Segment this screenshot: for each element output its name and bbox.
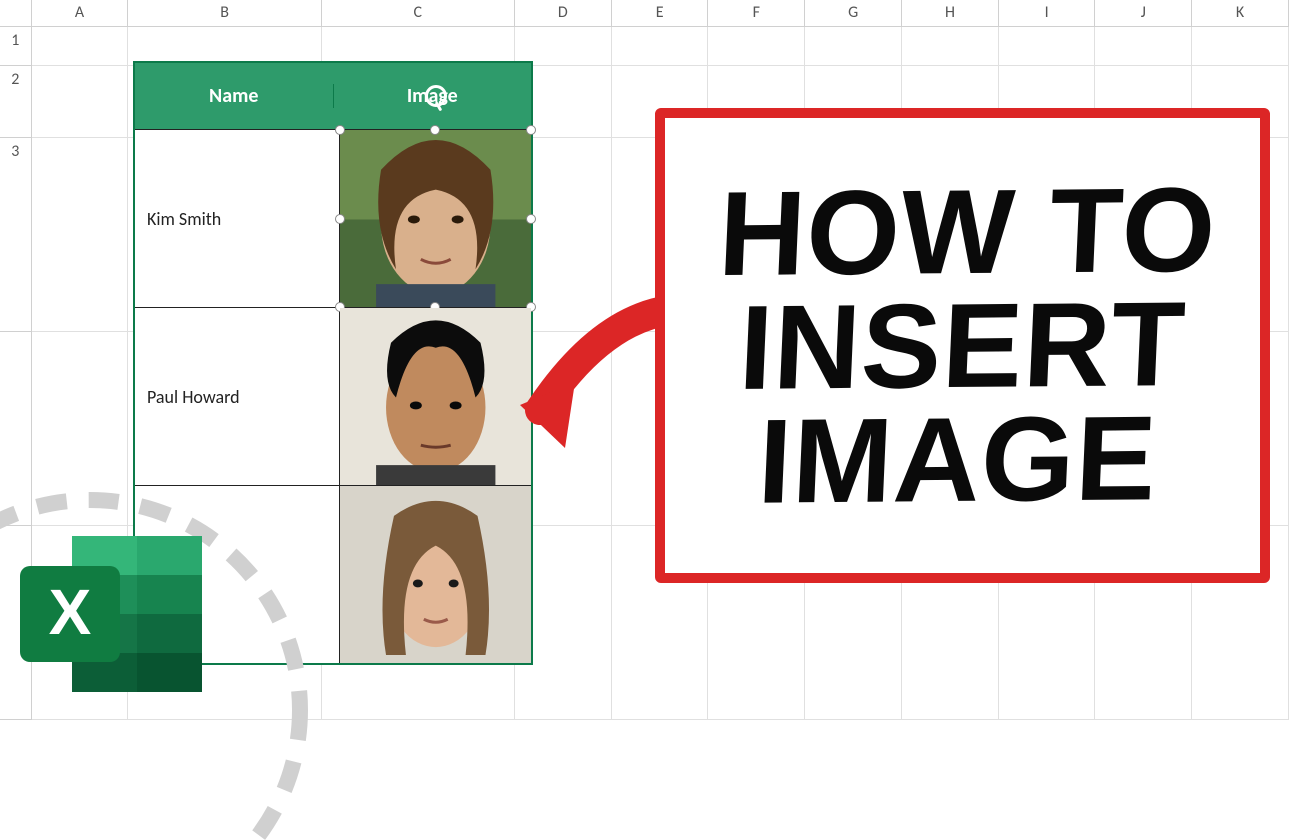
callout-text: HOW TO INSERT IMAGE (706, 172, 1218, 518)
col-header-G[interactable]: G (805, 0, 902, 26)
select-all-corner[interactable] (0, 0, 31, 26)
image-cell[interactable] (340, 308, 532, 485)
image-cell[interactable] (340, 130, 532, 307)
name-cell[interactable]: Kim Smith (135, 130, 340, 307)
cell[interactable] (321, 26, 514, 65)
cell[interactable] (902, 26, 999, 65)
callout-line2: INSERT (711, 286, 1213, 404)
cell[interactable] (998, 26, 1095, 65)
col-header-I[interactable]: I (998, 0, 1095, 26)
col-header-B[interactable]: B (128, 0, 321, 26)
resize-handle-icon[interactable] (335, 214, 345, 224)
row-header-3[interactable]: 3 (0, 137, 31, 331)
cell[interactable] (805, 26, 902, 65)
cell[interactable] (514, 26, 611, 65)
resize-handle-icon[interactable] (526, 214, 536, 224)
cell[interactable] (1095, 26, 1192, 65)
person-photo-icon[interactable] (340, 308, 532, 485)
magnifier-cursor-icon (425, 85, 447, 107)
callout-line1: HOW TO (716, 172, 1218, 290)
resize-handle-icon[interactable] (526, 125, 536, 135)
person-photo-icon[interactable] (340, 130, 532, 307)
cell[interactable] (708, 26, 805, 65)
cell[interactable] (128, 26, 321, 65)
table-row: Kim Smith (135, 129, 531, 307)
col-header-F[interactable]: F (708, 0, 805, 26)
person-photo-icon[interactable] (340, 486, 532, 663)
callout-box: HOW TO INSERT IMAGE (655, 108, 1270, 583)
cell[interactable] (611, 26, 708, 65)
excel-logo-icon: X (12, 524, 212, 704)
col-header-D[interactable]: D (514, 0, 611, 26)
cell[interactable] (1192, 26, 1289, 65)
row-header-1[interactable]: 1 (0, 26, 31, 65)
row-header-2[interactable]: 2 (0, 65, 31, 137)
cell[interactable] (31, 26, 128, 65)
excel-logo-letter: X (49, 576, 92, 648)
col-header-H[interactable]: H (902, 0, 999, 26)
col-header-J[interactable]: J (1095, 0, 1192, 26)
callout-line3: IMAGE (706, 400, 1208, 518)
cell[interactable] (31, 137, 128, 331)
col-header-E[interactable]: E (611, 0, 708, 26)
col-header-C[interactable]: C (321, 0, 514, 26)
image-cell[interactable] (340, 486, 532, 663)
table-header-row: Name Image (135, 63, 531, 129)
col-header-A[interactable]: A (31, 0, 128, 26)
resize-handle-icon[interactable] (335, 125, 345, 135)
table-header-name: Name (135, 84, 334, 108)
cell[interactable] (31, 65, 128, 137)
col-header-K[interactable]: K (1192, 0, 1289, 26)
